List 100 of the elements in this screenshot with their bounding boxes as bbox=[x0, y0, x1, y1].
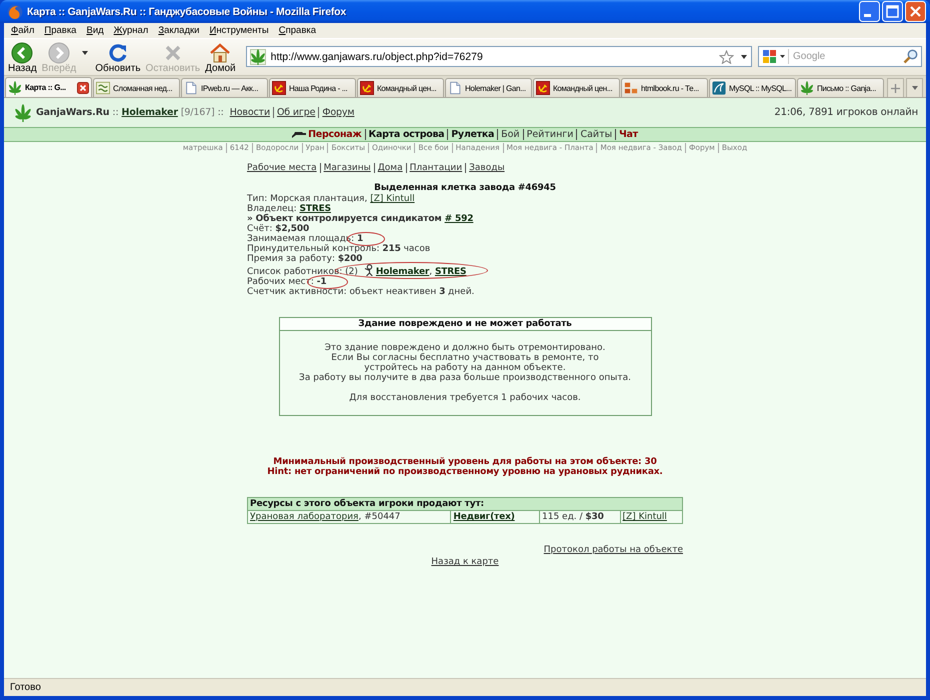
info-link[interactable]: # 592 bbox=[444, 214, 474, 224]
tab[interactable]: MySQL :: MySQL... bbox=[709, 78, 796, 97]
person-icon bbox=[362, 264, 374, 276]
info-link[interactable]: STRES bbox=[300, 204, 331, 214]
section-link[interactable]: Магазины bbox=[320, 163, 374, 173]
info-text: Владелец: bbox=[247, 204, 298, 214]
menu-item[interactable]: Справка bbox=[274, 24, 322, 36]
notice-title: Здание повреждено и не может работать bbox=[280, 318, 650, 331]
online-status-text: 21:06, 7891 игроков онлайн bbox=[774, 107, 918, 118]
info-text: , bbox=[429, 267, 434, 277]
star-icon[interactable] bbox=[719, 50, 734, 64]
new-tab-button[interactable] bbox=[887, 78, 904, 97]
cell-link[interactable]: [Z] Kintull bbox=[622, 512, 667, 522]
wavy-lines-icon bbox=[96, 81, 110, 95]
hammer-sickle-icon bbox=[360, 81, 374, 95]
leaf-icon bbox=[8, 80, 22, 94]
cell-text: , #50447 bbox=[358, 512, 400, 522]
nav-link[interactable]: Рулетка bbox=[447, 129, 498, 140]
tab-list-button[interactable] bbox=[906, 78, 923, 97]
section-link[interactable]: Дома bbox=[374, 163, 406, 173]
window-title: Карта :: GanjaWars.Ru :: Ганджубасовые Войны - Mozilla Firefox bbox=[27, 6, 346, 18]
back-button[interactable]: Назад bbox=[7, 39, 38, 75]
nav-link[interactable]: Карта острова bbox=[364, 129, 448, 140]
search-icon[interactable] bbox=[903, 49, 918, 64]
hammer-sickle-icon bbox=[536, 81, 550, 95]
object-title: Выделенная клетка завода #46945 bbox=[373, 183, 557, 193]
gun-icon bbox=[292, 130, 306, 138]
page-icon bbox=[448, 81, 462, 95]
home-button[interactable]: Домой bbox=[204, 39, 237, 75]
info-text: Тип: Морская плантация, bbox=[247, 194, 368, 204]
caret-icon[interactable] bbox=[82, 51, 88, 55]
caret-icon[interactable] bbox=[741, 54, 747, 58]
tab[interactable]: IPweb.ru — Акк... bbox=[181, 78, 268, 97]
info-link[interactable]: Holemaker bbox=[376, 267, 430, 277]
cell-link[interactable]: Недвиг(тех) bbox=[453, 512, 515, 522]
cell-link[interactable]: Урановая лаборатория bbox=[250, 512, 358, 522]
menu-item[interactable]: Вид bbox=[81, 24, 109, 36]
tab[interactable]: Сломанная нед... bbox=[93, 78, 180, 97]
repair-note: Для восстановления требуется 1 рабочих часов. bbox=[348, 393, 582, 403]
header-link[interactable]: Форум bbox=[318, 107, 358, 118]
menu-item[interactable]: Файл bbox=[6, 24, 40, 36]
info-text: Принудительный контроль: 215 часов bbox=[247, 244, 430, 254]
menu-item[interactable]: Инструменты bbox=[204, 24, 274, 36]
tab[interactable]: Командный цен... bbox=[533, 78, 620, 97]
warning-text: Минимальный производственный уровень для работы на этом объекте: 30 bbox=[272, 457, 658, 467]
address-field[interactable]: http://www.ganjawars.ru/object.php?id=76279 bbox=[246, 46, 752, 67]
section-link[interactable]: Рабочие места bbox=[247, 163, 320, 173]
info-text: Премия за работу: $200 bbox=[247, 254, 362, 264]
username-link[interactable]: Holemaker bbox=[122, 107, 178, 118]
leaf-icon bbox=[250, 48, 266, 64]
tab[interactable]: Письмо :: Ganja... bbox=[797, 78, 884, 97]
work-log-link[interactable]: Протокол работы на объекте bbox=[544, 545, 683, 555]
section-link[interactable]: Заводы bbox=[465, 163, 508, 173]
caret-icon bbox=[912, 86, 918, 90]
info-text: » Объект контролируется синдикатом bbox=[247, 214, 443, 224]
page-icon bbox=[184, 81, 198, 95]
menu-item[interactable]: Правка bbox=[39, 24, 82, 36]
status-text: Готово bbox=[10, 682, 41, 693]
header-link[interactable]: Новости bbox=[226, 107, 273, 118]
header-link[interactable]: Об игре bbox=[272, 107, 318, 118]
separator-text: :: bbox=[218, 107, 224, 118]
tab[interactable]: Holemaker | Gan... bbox=[445, 78, 532, 97]
back-to-map-link[interactable]: Назад к карте bbox=[431, 557, 499, 567]
nav-link[interactable]: Сайты bbox=[576, 129, 616, 140]
table-header: Ресурсы с этого объекта игроки продают тут: bbox=[248, 498, 682, 510]
menu-item[interactable]: Журнал bbox=[108, 24, 154, 36]
cell-text: 115 ед. / $30 bbox=[542, 512, 604, 522]
maximize-icon[interactable] bbox=[882, 1, 903, 22]
nav-link[interactable]: Рейтинги bbox=[522, 129, 576, 140]
close-icon[interactable] bbox=[77, 82, 89, 94]
browser-logo-icon bbox=[7, 4, 23, 20]
section-link[interactable]: Плантации bbox=[406, 163, 466, 173]
tab[interactable]: Карта :: G... bbox=[5, 77, 92, 97]
separator-text: :: bbox=[112, 107, 119, 118]
nav-link[interactable]: Персонаж bbox=[289, 129, 365, 140]
info-text: Список работников: bbox=[247, 267, 344, 277]
circular-arrow-icon bbox=[106, 42, 129, 64]
reload-button[interactable]: Обновить bbox=[94, 39, 142, 75]
site-name: GanjaWars.Ru bbox=[36, 107, 110, 118]
info-link[interactable]: [Z] Kintull bbox=[370, 194, 415, 204]
tab[interactable]: Наша Родина - ... bbox=[269, 78, 356, 97]
menu-item[interactable]: Закладки bbox=[153, 24, 204, 36]
info-text: Счёт: $2,500 bbox=[247, 224, 310, 234]
colored-squares-icon[interactable] bbox=[762, 48, 778, 64]
hammer-sickle-icon bbox=[272, 81, 286, 95]
nav-link[interactable]: Чат bbox=[615, 129, 641, 140]
warning-text: Hint: нет ограничений по производственному уровню на урановых рудниках. bbox=[266, 467, 664, 477]
tab[interactable]: Командный цен... bbox=[357, 78, 444, 97]
info-text: Счетчик активности: объект неактивен 3 дней. bbox=[247, 287, 474, 297]
info-link[interactable]: STRES bbox=[434, 267, 466, 277]
minimize-icon[interactable] bbox=[859, 1, 880, 22]
info-text: -1 bbox=[316, 277, 326, 287]
tab[interactable]: htmlbook.ru - Те... bbox=[621, 78, 708, 97]
caret-icon[interactable] bbox=[780, 55, 785, 58]
nav-link[interactable]: Бой bbox=[497, 129, 523, 140]
level-text: [9/167] bbox=[180, 107, 215, 118]
plus-icon bbox=[891, 84, 900, 92]
leaf-icon bbox=[800, 81, 814, 95]
info-text: (2) bbox=[345, 267, 358, 277]
notice-message: Это здание повреждено и должно быть отремонтировано. Если Вы согласны бесплатно участвовать в ремонте, то устройтесь на работу на данном объекте. За работу вы получите в два раза больше производственного опыта. bbox=[298, 343, 632, 383]
